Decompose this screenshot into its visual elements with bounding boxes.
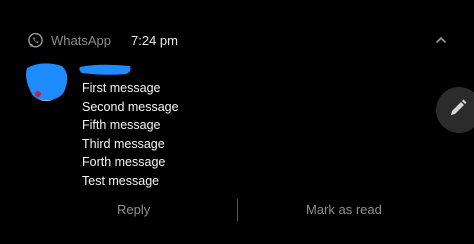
mark-as-read-button[interactable]: Mark as read xyxy=(306,202,382,217)
app-name: WhatsApp xyxy=(51,32,111,48)
notification-header: WhatsApp 7:24 pm xyxy=(27,30,178,50)
reply-button[interactable]: Reply xyxy=(117,202,150,217)
action-divider xyxy=(237,199,238,221)
message-list: First message Second message Fifth messa… xyxy=(82,79,179,190)
notification-time: 7:24 pm xyxy=(130,32,178,48)
whatsapp-icon xyxy=(27,32,44,49)
whatsapp-notification[interactable]: WhatsApp 7:24 pm First message Second me… xyxy=(0,0,474,244)
message-item: Third message xyxy=(82,136,165,151)
chevron-up-icon[interactable] xyxy=(434,33,448,47)
message-item: Test message xyxy=(82,173,160,188)
notification-actions: Reply Mark as read xyxy=(0,198,474,226)
message-item: Second message xyxy=(82,99,179,114)
avatar xyxy=(24,62,70,104)
redacted-sender-name xyxy=(78,61,133,77)
edit-button[interactable] xyxy=(436,87,474,133)
message-item: Forth message xyxy=(82,155,166,169)
message-item: Fifth message xyxy=(82,118,161,132)
pencil-icon xyxy=(448,98,468,123)
message-item: First message xyxy=(82,81,161,95)
